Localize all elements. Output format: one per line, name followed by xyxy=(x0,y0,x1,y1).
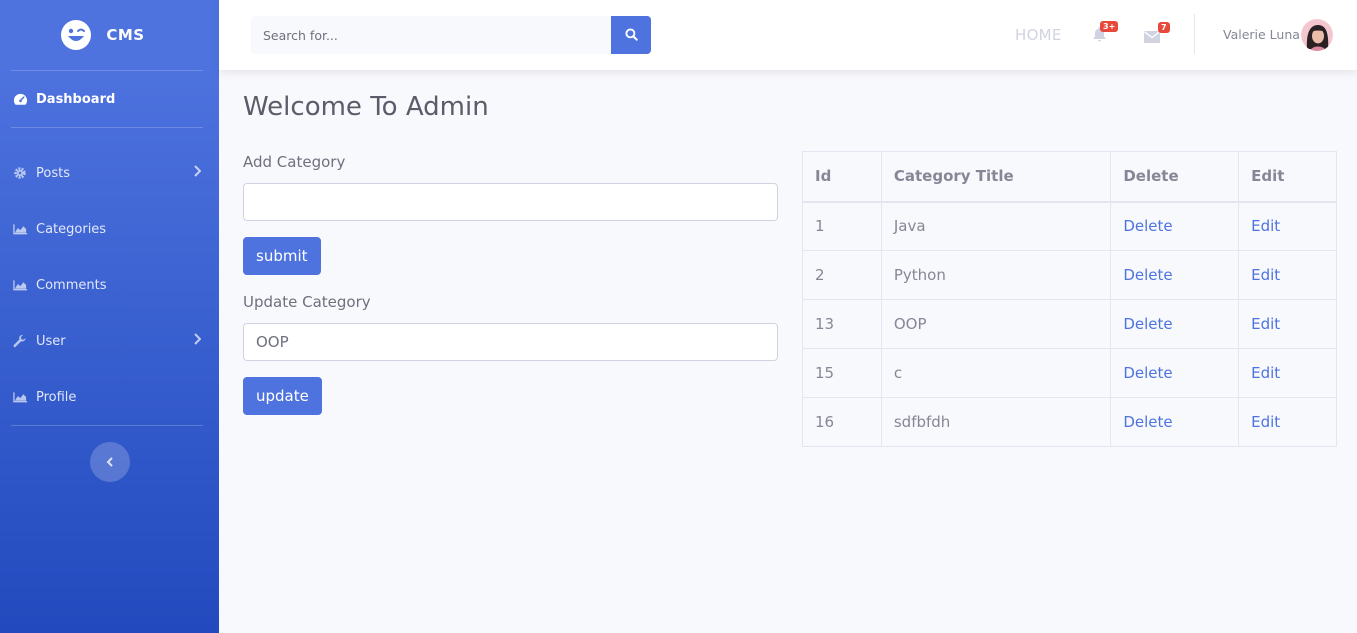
cell-edit: Edit xyxy=(1238,397,1337,447)
submit-button[interactable]: submit xyxy=(243,237,321,275)
edit-link[interactable]: Edit xyxy=(1251,266,1280,284)
edit-link[interactable]: Edit xyxy=(1251,413,1280,431)
user-name[interactable]: Valerie Luna xyxy=(1223,27,1300,42)
cell-id: 16 xyxy=(802,397,882,447)
edit-link[interactable]: Edit xyxy=(1251,217,1280,235)
laugh-wink-icon xyxy=(60,19,92,51)
cell-title: Python xyxy=(880,250,1112,300)
sidebar-item-label: Profile xyxy=(36,389,77,405)
alerts-count-badge: 3+ xyxy=(1100,21,1119,32)
sidebar-item-user[interactable]: User xyxy=(0,313,219,369)
delete-link[interactable]: Delete xyxy=(1123,364,1172,382)
column-header-delete: Delete xyxy=(1110,151,1240,203)
update-category-label: Update Category xyxy=(243,293,371,311)
cell-title: sdfbfdh xyxy=(880,397,1112,447)
categories-table: Id Category Title Delete Edit 1 Java Del… xyxy=(802,151,1337,447)
brand-name: CMS xyxy=(106,26,145,44)
table-header-row: Id Category Title Delete Edit xyxy=(802,151,1337,203)
chevron-right-icon xyxy=(193,333,202,349)
home-link[interactable]: HOME xyxy=(1015,26,1062,44)
cell-edit: Edit xyxy=(1238,299,1337,349)
gear-icon xyxy=(12,165,28,181)
search-button[interactable] xyxy=(611,16,651,54)
table-row: 2 Python Delete Edit xyxy=(802,250,1337,300)
cell-edit: Edit xyxy=(1238,250,1337,300)
chevron-left-icon xyxy=(106,453,114,472)
page-title: Welcome To Admin xyxy=(243,92,489,122)
cell-delete: Delete xyxy=(1110,397,1240,447)
area-chart-icon xyxy=(12,389,28,405)
add-category-label: Add Category xyxy=(243,153,346,171)
search-bar xyxy=(251,16,651,54)
cell-id: 1 xyxy=(802,201,882,251)
cell-id: 2 xyxy=(802,250,882,300)
cell-id: 15 xyxy=(802,348,882,398)
chevron-right-icon xyxy=(193,165,202,181)
cell-title: OOP xyxy=(880,299,1112,349)
topbar-divider xyxy=(1194,14,1195,54)
column-header-title: Category Title xyxy=(880,151,1112,203)
update-category-input[interactable] xyxy=(243,323,778,361)
sidebar-item-dashboard[interactable]: Dashboard xyxy=(0,71,219,127)
sidebar-toggle-button[interactable] xyxy=(89,442,130,482)
delete-link[interactable]: Delete xyxy=(1123,413,1172,431)
sidebar-item-label: Comments xyxy=(36,277,107,293)
sidebar-item-label: Dashboard xyxy=(36,91,116,107)
cell-delete: Delete xyxy=(1110,299,1240,349)
sidebar-item-comments[interactable]: Comments xyxy=(0,257,219,313)
sidebar: CMS Dashboard Posts Categories Comments xyxy=(0,0,219,633)
tachometer-icon xyxy=(12,91,28,107)
sidebar-divider xyxy=(11,127,203,128)
cell-title: Java xyxy=(880,201,1112,251)
sidebar-item-posts[interactable]: Posts xyxy=(0,145,219,201)
cell-edit: Edit xyxy=(1238,201,1337,251)
edit-link[interactable]: Edit xyxy=(1251,315,1280,333)
table-row: 15 c Delete Edit xyxy=(802,348,1337,398)
alerts-dropdown[interactable]: 3+ xyxy=(1092,21,1119,46)
delete-link[interactable]: Delete xyxy=(1123,217,1172,235)
wrench-icon xyxy=(12,333,28,349)
edit-link[interactable]: Edit xyxy=(1251,364,1280,382)
search-icon xyxy=(624,26,638,45)
sidebar-item-categories[interactable]: Categories xyxy=(0,201,219,257)
avatar[interactable] xyxy=(1301,19,1333,51)
search-input[interactable] xyxy=(251,16,611,54)
cell-id: 13 xyxy=(802,299,882,349)
messages-dropdown[interactable]: 7 xyxy=(1144,22,1170,47)
cell-title: c xyxy=(880,348,1112,398)
cell-delete: Delete xyxy=(1110,348,1240,398)
sidebar-item-label: Categories xyxy=(36,221,107,237)
area-chart-icon xyxy=(12,277,28,293)
brand[interactable]: CMS xyxy=(0,0,219,70)
sidebar-item-profile[interactable]: Profile xyxy=(0,369,219,425)
column-header-id: Id xyxy=(802,151,882,203)
sidebar-item-label: Posts xyxy=(36,165,70,181)
table-row: 1 Java Delete Edit xyxy=(802,201,1337,251)
cell-delete: Delete xyxy=(1110,201,1240,251)
table-row: 13 OOP Delete Edit xyxy=(802,299,1337,349)
delete-link[interactable]: Delete xyxy=(1123,266,1172,284)
delete-link[interactable]: Delete xyxy=(1123,315,1172,333)
area-chart-icon xyxy=(12,221,28,237)
column-header-edit: Edit xyxy=(1238,151,1337,203)
messages-count-badge: 7 xyxy=(1158,22,1170,33)
cell-edit: Edit xyxy=(1238,348,1337,398)
topbar: HOME 3+ 7 Valerie Luna xyxy=(219,0,1357,70)
cell-delete: Delete xyxy=(1110,250,1240,300)
update-button[interactable]: update xyxy=(243,377,322,415)
table-row: 16 sdfbfdh Delete Edit xyxy=(802,397,1337,447)
sidebar-item-label: User xyxy=(36,333,66,349)
add-category-input[interactable] xyxy=(243,183,778,221)
